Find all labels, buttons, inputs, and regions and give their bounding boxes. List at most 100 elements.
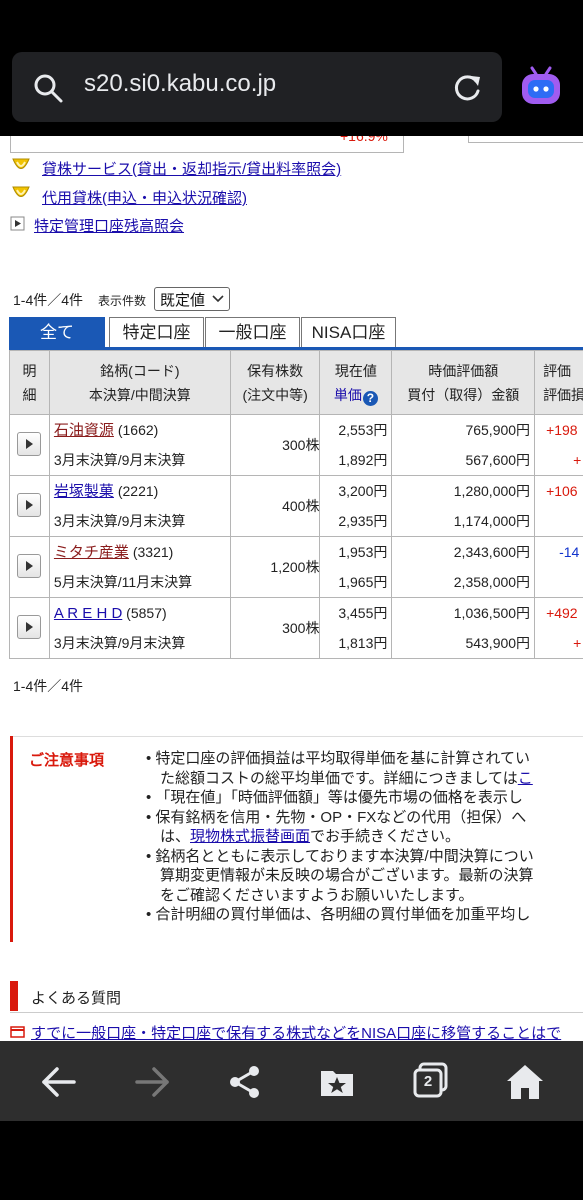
fiscal-period: 5月末決算/11月末決算	[53, 574, 193, 590]
detail-cell	[9, 597, 50, 659]
system-navigation-bar	[0, 1121, 583, 1200]
notice-line: た総額コストの総平均単価です。詳細につきましてはこ	[160, 769, 533, 787]
arrow-bullet-icon	[10, 216, 25, 231]
stock-transfer-link[interactable]: 現物株式振替画面	[190, 828, 310, 845]
lending-icon	[12, 158, 30, 169]
pl-cell: +106	[534, 475, 583, 537]
pl-cell: +198 +	[534, 414, 583, 476]
faq-title: よくある質問	[31, 990, 122, 1007]
notice-line: • 銘柄名とともに表示しております本決算/中間決算につい	[146, 847, 534, 865]
value-cell: 765,900円 567,600円	[391, 414, 536, 476]
header-evaluation: 評価 評価損	[534, 350, 583, 415]
notice-top-border	[13, 736, 583, 737]
holdings-table: 明細 銘柄(コード) 本決算/中間決算 保有株数 (注文中等) 現在値 単価? 時価…	[9, 350, 583, 659]
pl-cell: +492 +	[534, 597, 583, 659]
fiscal-period: 3月末決算/9月末決算	[53, 452, 186, 468]
pl-cell: -14	[534, 536, 583, 598]
price-cell: 3,200円 2,935円	[319, 475, 393, 537]
faq-header: よくある質問	[10, 978, 583, 1013]
notice-line: 算期変更情報が未反映の場合がございます。最新の決算	[160, 867, 534, 884]
notice-line: は、現物株式振替画面でお手続きください。	[160, 828, 461, 845]
faq-accent-bar	[10, 981, 18, 1011]
back-arrow-icon[interactable]	[40, 1065, 78, 1099]
tab-specific-account[interactable]: 特定口座	[109, 317, 204, 349]
browser-assistant-icon[interactable]	[518, 64, 564, 110]
stock-code: (3321)	[132, 544, 174, 560]
play-arrow-icon	[26, 621, 34, 632]
play-arrow-icon	[26, 499, 34, 510]
stock-code: (5857)	[126, 605, 167, 621]
share-icon[interactable]	[226, 1063, 264, 1101]
home-icon[interactable]	[505, 1063, 545, 1101]
notice-line: • 合計明細の買付単価は、各明細の買付単価を加重平均し	[146, 906, 531, 923]
stock-name-link[interactable]: A R E H D	[54, 605, 122, 622]
name-cell: 石油資源 (1662) 3月末決算/9月末決算	[48, 414, 231, 476]
notice-line: • 保有銘柄を信用・先物・OP・FXなどの代用（担保）へ	[146, 808, 527, 826]
table-row: 石油資源 (1662) 3月末決算/9月末決算 300株 2,553円 1,892…	[9, 414, 583, 476]
display-count-select[interactable]: 既定値	[154, 287, 230, 311]
display-count-label: 表示件数	[98, 294, 147, 308]
tab-nisa-account[interactable]: NISA口座	[301, 317, 396, 349]
expand-detail-button[interactable]	[17, 614, 42, 639]
header-detail: 明細	[9, 350, 50, 415]
value-cell: 1,036,500円 543,900円	[391, 597, 536, 659]
expand-detail-button[interactable]	[17, 492, 42, 517]
stock-code: (2221)	[117, 483, 159, 499]
expand-detail-button[interactable]	[17, 553, 42, 578]
faq-nisa-transfer-link[interactable]: すでに一般口座・特定口座で保有する株式などをNISA口座に移管することはで	[31, 1022, 561, 1041]
tab-all[interactable]: 全て	[9, 317, 105, 349]
substitute-lending-icon	[12, 186, 30, 197]
header-quantity: 保有株数 (注文中等)	[229, 350, 321, 415]
quantity-cell: 1,200株	[229, 536, 321, 598]
reload-icon[interactable]	[450, 71, 484, 105]
special-account-balance-link[interactable]: 特定管理口座残高照会	[34, 215, 184, 236]
tab-count: 2	[423, 1073, 433, 1090]
notice-line: • 特定口座の評価損益は平均取得単価を基に計算されてい	[146, 750, 530, 767]
result-range-bottom: 1-4件／4件	[13, 678, 84, 694]
value-cell: 2,343,600円 2,358,000円	[391, 536, 536, 598]
url-text[interactable]: s20.si0.kabu.co.jp	[84, 70, 276, 98]
bookmarks-icon[interactable]	[319, 1065, 357, 1099]
display-count-value: 既定値	[160, 292, 206, 309]
table-row: ミタチ産業 (3321) 5月末決算/11月末決算 1,200株 1,953円 1…	[9, 536, 583, 598]
result-range-top: 1-4件／4件	[13, 292, 84, 308]
stock-name-link[interactable]: 石油資源	[54, 422, 114, 439]
detail-cell	[9, 475, 50, 537]
lending-service-link[interactable]: 貸株サービス(貸出・返却指示/貸出料率照会)	[42, 158, 341, 179]
header-name: 銘柄(コード) 本決算/中間決算	[48, 350, 231, 415]
price-cell: 2,553円 1,892円	[319, 414, 393, 476]
expand-detail-button[interactable]	[17, 431, 42, 456]
notice-body: • 特定口座の評価損益は平均取得単価を基に計算されてい た総額コストの総平均単価…	[146, 749, 583, 925]
table-row: 岩塚製菓 (2221) 3月末決算/9月末決算 400株 3,200円 2,935…	[9, 475, 583, 537]
play-arrow-icon	[26, 438, 34, 449]
help-icon[interactable]: ?	[362, 390, 378, 406]
summary-percent: +16.9%	[340, 136, 388, 144]
tab-general-account[interactable]: 一般口座	[205, 317, 300, 349]
account-tabs: 全て 特定口座 一般口座 NISA口座	[9, 317, 583, 351]
detail-cell	[9, 414, 50, 476]
unit-price-link[interactable]: 単価	[334, 387, 362, 403]
forward-arrow-icon[interactable]	[133, 1065, 171, 1099]
price-cell: 3,455円 1,813円	[319, 597, 393, 659]
stock-name-link[interactable]: ミタチ産業	[54, 544, 129, 561]
notice-line: をご確認くださいますようお願いいたします。	[160, 886, 474, 904]
stock-name-link[interactable]: 岩塚製菓	[54, 483, 114, 500]
stock-code: (1662)	[117, 422, 159, 438]
browser-bottom-nav: 2	[0, 1041, 583, 1121]
table-row: A R E H D (5857) 3月末決算/9月末決算 300株 3,455円…	[9, 597, 583, 659]
header-market-value: 時価評価額 買付（取得）金額	[391, 350, 536, 415]
window-icon	[10, 1026, 25, 1038]
notice-accent-bar	[10, 736, 13, 942]
header-price: 現在値 単価?	[319, 350, 393, 415]
fiscal-period: 3月末決算/9月末決算	[53, 635, 186, 651]
name-cell: 岩塚製菓 (2221) 3月末決算/9月末決算	[48, 475, 231, 537]
notice-line: • 「現在値」「時価評価額」等は優先市場の価格を表示し	[146, 789, 523, 806]
fiscal-period: 3月末決算/9月末決算	[53, 513, 186, 529]
side-box-partial	[468, 136, 583, 143]
play-arrow-icon	[26, 560, 34, 571]
quantity-cell: 300株	[229, 597, 321, 659]
details-link[interactable]: こ	[518, 770, 533, 787]
page-content: +16.9% 貸株サービス(貸出・返却指示/貸出料率照会) 代用貸株(申込・申込…	[0, 136, 583, 1041]
substitute-lending-link[interactable]: 代用貸株(申込・申込状況確認)	[42, 187, 247, 208]
notice-title: ご注意事項	[29, 752, 105, 769]
